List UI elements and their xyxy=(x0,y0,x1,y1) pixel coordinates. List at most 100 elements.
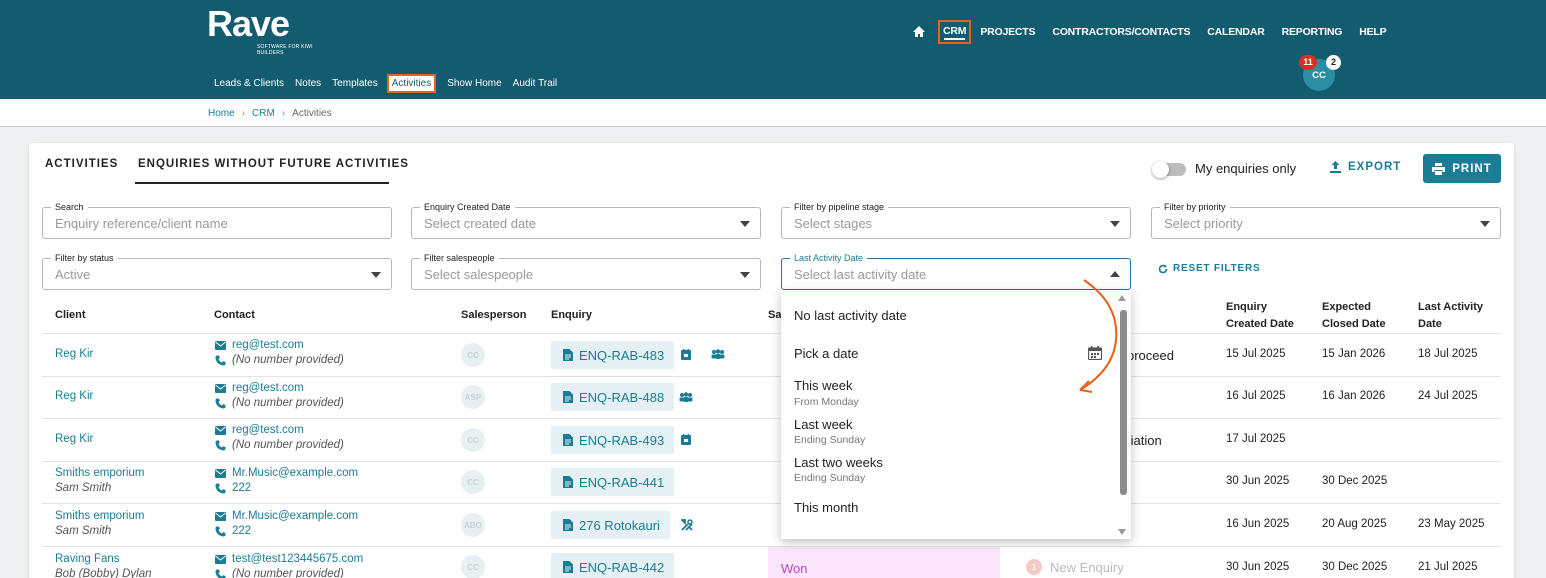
calendar-event-icon[interactable] xyxy=(681,349,691,360)
document-icon xyxy=(563,476,573,488)
sub-nav: Leads & Clients Notes Templates Activiti… xyxy=(214,74,568,93)
breadcrumb-crm[interactable]: CRM xyxy=(252,108,275,119)
people-group-icon[interactable] xyxy=(711,349,725,359)
breadcrumb-home[interactable]: Home xyxy=(208,108,235,119)
status-value: Active xyxy=(55,267,91,282)
enquiry-link[interactable]: ENQ-RAB-441 xyxy=(551,468,675,496)
row-divider xyxy=(42,418,1501,419)
enquiry-link[interactable]: 276 Rotokauri xyxy=(551,511,670,539)
print-button[interactable]: PRINT xyxy=(1423,154,1501,183)
client-name[interactable]: Reg Kir xyxy=(55,433,93,445)
col-client[interactable]: Client xyxy=(55,307,86,324)
enquiry-ref: ENQ-RAB-483 xyxy=(579,347,665,363)
status-select[interactable]: Filter by status Active xyxy=(42,252,392,290)
created-date: 16 Jun 2025 xyxy=(1226,518,1290,530)
envelope-icon xyxy=(215,425,226,435)
client-name[interactable]: Smiths emporium xyxy=(55,467,144,479)
contact-email[interactable]: reg@test.com xyxy=(232,382,304,394)
salespeople-select[interactable]: Filter salespeople Select salespeople xyxy=(411,252,761,290)
breadcrumb-current: Activities xyxy=(292,108,332,119)
nav-reporting[interactable]: REPORTING xyxy=(1282,26,1343,38)
nav-crm[interactable]: CRM xyxy=(938,20,972,44)
menu-option-last-week[interactable]: Last week xyxy=(794,417,853,432)
subnav-audit-trail[interactable]: Audit Trail xyxy=(513,78,557,89)
subnav-leads-clients[interactable]: Leads & Clients xyxy=(214,78,284,89)
active-tab-indicator xyxy=(135,182,389,184)
contact-phone[interactable]: 222 xyxy=(232,525,251,537)
tab-enquiries-without-future-activities[interactable]: ENQUIRIES WITHOUT FUTURE ACTIVITIES xyxy=(138,158,409,170)
contact-phone[interactable]: 222 xyxy=(232,482,251,494)
my-enquiries-label: My enquiries only xyxy=(1195,161,1297,176)
rave-logo[interactable]: Rave SOFTWARE FOR KIWI BUILDERS xyxy=(207,6,313,57)
menu-option-last-week-sub: Ending Sunday xyxy=(794,434,866,446)
tab-activities[interactable]: ACTIVITIES xyxy=(45,158,118,170)
contact-email[interactable]: test@test123445675.com xyxy=(232,553,363,565)
breadcrumb-bar: Home › CRM › Activities xyxy=(0,99,1546,127)
contact-cell: test@test123445675.com (No number provid… xyxy=(215,553,363,578)
col-stage-partial[interactable]: Sa xyxy=(768,307,781,324)
nav-projects[interactable]: PROJECTS xyxy=(980,26,1035,38)
priority-select[interactable]: Filter by priority Select priority xyxy=(1151,201,1501,239)
enquiry-link[interactable]: ENQ-RAB-442 xyxy=(551,553,675,578)
search-input[interactable]: Search Enquiry reference/client name xyxy=(42,201,392,239)
col-expected-closed-date[interactable]: Expected Closed Date xyxy=(1322,299,1386,333)
closed-date: 16 Jan 2026 xyxy=(1322,390,1386,402)
contact-cell: reg@test.com (No number provided) xyxy=(215,424,344,451)
col-last-activity-date[interactable]: Last Activity Date xyxy=(1418,299,1483,333)
salesperson-avatar[interactable]: ASP xyxy=(461,385,485,409)
salesperson-avatar[interactable]: CC xyxy=(461,470,485,494)
closed-date: 30 Dec 2025 xyxy=(1322,561,1388,573)
refresh-icon xyxy=(1158,264,1168,273)
contact-email[interactable]: Mr.Music@example.com xyxy=(232,467,358,479)
nav-contractors-contacts[interactable]: CONTRACTORS/CONTACTS xyxy=(1052,26,1190,38)
enquiry-ref: ENQ-RAB-442 xyxy=(579,559,665,575)
subnav-templates[interactable]: Templates xyxy=(332,78,378,89)
menu-option-pick-a-date[interactable]: Pick a date xyxy=(794,346,858,361)
col-salesperson[interactable]: Salesperson xyxy=(461,307,526,324)
created-date: 16 Jul 2025 xyxy=(1226,390,1286,402)
enquiry-link[interactable]: ENQ-RAB-493 xyxy=(551,426,675,454)
enquiry-link[interactable]: ENQ-RAB-483 xyxy=(551,341,675,369)
nav-help[interactable]: HELP xyxy=(1359,26,1386,38)
tools-icon[interactable] xyxy=(681,519,693,531)
my-enquiries-toggle[interactable] xyxy=(1152,161,1186,178)
client-name[interactable]: Raving Fans xyxy=(55,553,152,565)
contact-cell: reg@test.com (No number provided) xyxy=(215,382,344,409)
caret-up-icon xyxy=(1110,271,1120,277)
menu-option-no-last-activity[interactable]: No last activity date xyxy=(794,308,907,323)
subnav-notes[interactable]: Notes xyxy=(295,78,321,89)
export-button[interactable]: EXPORT xyxy=(1330,161,1401,173)
scroll-down-arrow[interactable] xyxy=(1118,529,1126,535)
calendar-event-icon[interactable] xyxy=(681,434,691,445)
nav-calendar[interactable]: CALENDAR xyxy=(1207,26,1265,38)
top-header: Rave SOFTWARE FOR KIWI BUILDERS CRM PROJ… xyxy=(0,0,1546,99)
contact-email[interactable]: reg@test.com xyxy=(232,424,304,436)
client-name[interactable]: Reg Kir xyxy=(55,348,93,360)
client-name[interactable]: Smiths emporium xyxy=(55,510,144,522)
subnav-activities[interactable]: Activities xyxy=(386,74,437,93)
col-enquiry-created-date[interactable]: Enquiry Created Date xyxy=(1226,299,1294,333)
col-contact[interactable]: Contact xyxy=(214,307,255,324)
menu-option-this-month[interactable]: This month xyxy=(794,500,858,515)
created-date: 30 Jun 2025 xyxy=(1226,475,1290,487)
pipeline-stage-select[interactable]: Filter by pipeline stage Select stages xyxy=(781,201,1131,239)
contact-phone-line: (No number provided) xyxy=(215,568,363,578)
notification-badge-white: 2 xyxy=(1326,55,1341,70)
salesperson-avatar[interactable]: CC xyxy=(461,428,485,452)
salesperson-avatar[interactable]: CC xyxy=(461,343,485,367)
menu-option-last-two-weeks[interactable]: Last two weeks xyxy=(794,455,883,470)
salesperson-avatar[interactable]: CC xyxy=(461,555,485,578)
contact-email[interactable]: reg@test.com xyxy=(232,339,304,351)
menu-option-this-week[interactable]: This week xyxy=(794,378,853,393)
col-enquiry[interactable]: Enquiry xyxy=(551,307,592,324)
subnav-show-home[interactable]: Show Home xyxy=(447,78,501,89)
people-group-icon[interactable] xyxy=(679,392,693,402)
home-icon[interactable] xyxy=(912,25,926,39)
salesperson-avatar[interactable]: ABO xyxy=(461,513,485,537)
contact-email[interactable]: Mr.Music@example.com xyxy=(232,510,358,522)
enquiry-link[interactable]: ENQ-RAB-488 xyxy=(551,383,675,411)
client-name[interactable]: Reg Kir xyxy=(55,390,93,402)
enquiry-created-date-select[interactable]: Enquiry Created Date Select created date xyxy=(411,201,761,239)
reset-filters-button[interactable]: RESET FILTERS xyxy=(1158,263,1260,274)
enquiry-ref: 276 Rotokauri xyxy=(579,517,660,533)
